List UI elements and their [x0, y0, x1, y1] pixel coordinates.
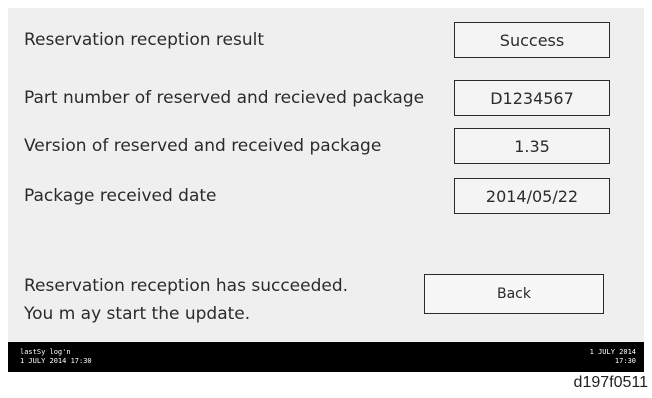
clock-date: 1 JULY 2014 [589, 348, 636, 356]
reception-result-value: Success [454, 22, 610, 58]
received-date-label: Package received date [24, 186, 217, 206]
reception-result-label: Reservation reception result [24, 30, 264, 50]
part-number-value: D1234567 [454, 80, 610, 116]
result-message-line-1: Reservation reception has succeeded. [24, 276, 349, 296]
figure-id: d197f0511 [573, 374, 648, 391]
clock-time: 17:30 [614, 357, 636, 365]
status-bar: lastSy log'n 1 JULY 2014 17:30 1 JULY 20… [8, 342, 644, 372]
result-message: Reservation reception has succeeded. You… [24, 272, 348, 328]
result-message-line-2: You m ay start the update. [24, 304, 251, 324]
received-date-value: 2014/05/22 [454, 178, 610, 214]
part-number-label: Part number of reserved and recieved pac… [24, 88, 425, 108]
clock: 1 JULY 2014 17:30 [590, 348, 636, 366]
reservation-result-screen: Reservation reception result Success Par… [8, 8, 644, 342]
login-info-title: lastSy log'n [20, 348, 71, 356]
back-button[interactable]: Back [424, 274, 604, 314]
package-version-value: 1.35 [454, 128, 610, 164]
login-info-datetime: 1 JULY 2014 17:30 [20, 357, 92, 365]
login-info: lastSy log'n 1 JULY 2014 17:30 [20, 348, 92, 366]
package-version-label: Version of reserved and received package [24, 136, 382, 156]
